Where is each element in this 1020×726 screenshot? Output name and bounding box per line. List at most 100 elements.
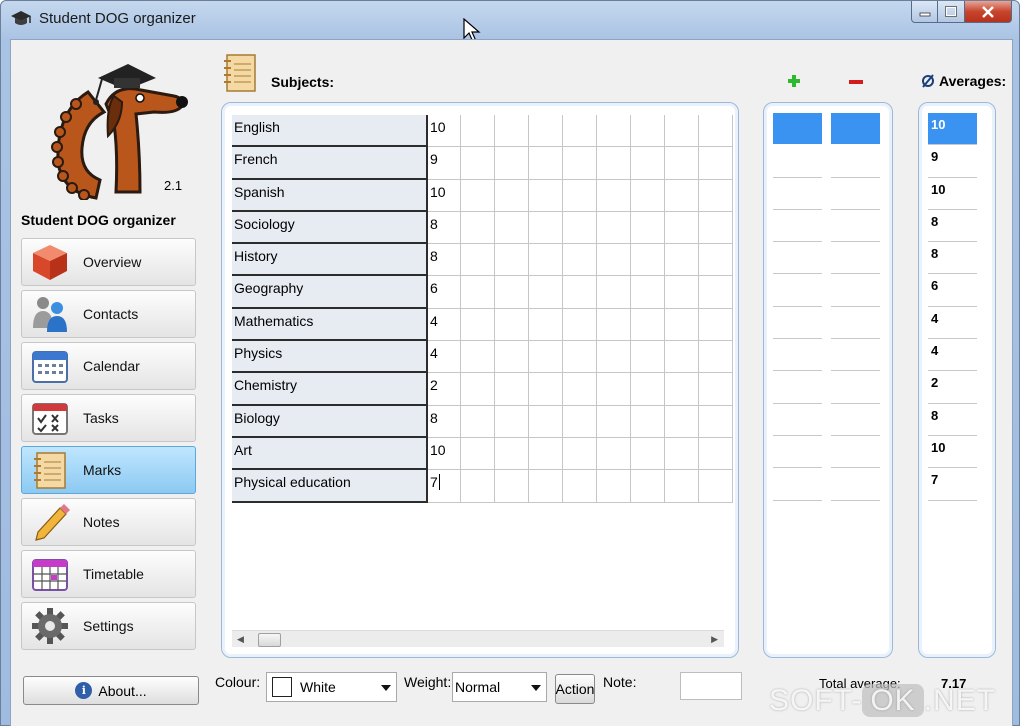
sidebar-item-settings[interactable]: Settings xyxy=(21,602,196,650)
average-cell[interactable]: 8 xyxy=(928,404,977,436)
mark-cell[interactable] xyxy=(563,341,597,374)
mark-cell[interactable] xyxy=(563,373,597,406)
scroll-right-icon[interactable]: ▶ xyxy=(711,634,718,645)
mark-cell[interactable] xyxy=(631,115,665,148)
mark-cell[interactable] xyxy=(665,437,699,471)
subject-name-cell[interactable]: Art xyxy=(232,437,428,471)
mark-cell[interactable] xyxy=(495,179,529,212)
mark-cell[interactable] xyxy=(665,244,699,277)
note-input[interactable] xyxy=(680,672,742,700)
mark-cell[interactable] xyxy=(529,470,563,503)
list-item[interactable] xyxy=(831,339,880,372)
list-item[interactable] xyxy=(831,113,880,146)
mark-cell[interactable] xyxy=(631,244,665,277)
mark-cell[interactable] xyxy=(529,244,563,277)
mark-cell[interactable] xyxy=(631,179,665,212)
average-cell[interactable]: 6 xyxy=(928,274,977,307)
subject-name-cell[interactable]: English xyxy=(232,115,428,148)
list-item[interactable] xyxy=(773,468,822,501)
mark-cell[interactable] xyxy=(665,211,699,245)
subject-name-cell[interactable]: Mathematics xyxy=(232,308,428,342)
mark-cell[interactable] xyxy=(461,211,495,245)
mark-cell[interactable] xyxy=(461,470,495,503)
sidebar-item-notes[interactable]: Notes xyxy=(21,498,196,546)
average-cell[interactable]: 8 xyxy=(928,242,977,275)
mark-cell[interactable] xyxy=(461,276,495,309)
list-item[interactable] xyxy=(773,404,822,436)
list-item[interactable] xyxy=(831,436,880,469)
mark-cell[interactable] xyxy=(529,405,563,438)
mark-cell[interactable] xyxy=(699,244,733,277)
mark-cell[interactable] xyxy=(699,470,733,503)
mark-cell[interactable] xyxy=(563,211,597,245)
mark-cell[interactable] xyxy=(495,341,529,374)
mark-cell[interactable]: 6 xyxy=(428,276,461,309)
list-item[interactable] xyxy=(773,339,822,372)
subject-name-cell[interactable]: French xyxy=(232,147,428,180)
subject-name-cell[interactable]: Biology xyxy=(232,405,428,438)
close-button[interactable] xyxy=(965,1,1012,23)
average-cell[interactable]: 2 xyxy=(928,371,977,404)
minus-icon[interactable] xyxy=(849,80,863,84)
mark-cell[interactable] xyxy=(495,147,529,180)
list-item[interactable] xyxy=(773,242,822,275)
mark-cell[interactable] xyxy=(597,308,631,342)
mark-cell[interactable] xyxy=(495,470,529,503)
mark-cell[interactable] xyxy=(461,405,495,438)
mark-cell[interactable] xyxy=(665,470,699,503)
mark-cell[interactable] xyxy=(529,437,563,471)
mark-cell[interactable] xyxy=(461,179,495,212)
mark-cell[interactable]: 2 xyxy=(428,373,461,406)
mark-cell[interactable] xyxy=(495,308,529,342)
list-item[interactable] xyxy=(831,371,880,404)
mark-cell[interactable] xyxy=(563,308,597,342)
mark-cell[interactable] xyxy=(665,115,699,148)
mark-cell[interactable] xyxy=(563,147,597,180)
mark-cell[interactable] xyxy=(529,373,563,406)
minimize-button[interactable] xyxy=(911,1,938,23)
mark-cell[interactable] xyxy=(529,147,563,180)
sidebar-item-calendar[interactable]: Calendar xyxy=(21,342,196,390)
mark-cell[interactable] xyxy=(495,211,529,245)
about-button[interactable]: i About... xyxy=(23,676,199,705)
mark-cell[interactable]: 8 xyxy=(428,405,461,438)
subject-name-cell[interactable]: History xyxy=(232,244,428,277)
list-item[interactable] xyxy=(773,436,822,469)
list-item[interactable] xyxy=(831,468,880,501)
list-item[interactable] xyxy=(773,113,822,146)
average-cell[interactable]: 10 xyxy=(928,178,977,210)
average-cell[interactable]: 4 xyxy=(928,339,977,372)
mark-cell[interactable] xyxy=(529,211,563,245)
mark-cell[interactable] xyxy=(699,211,733,245)
list-item[interactable] xyxy=(773,178,822,210)
mark-cell[interactable] xyxy=(597,470,631,503)
average-cell[interactable]: 10 xyxy=(928,113,977,146)
mark-cell[interactable] xyxy=(495,244,529,277)
sidebar-item-overview[interactable]: Overview xyxy=(21,238,196,286)
colour-select[interactable]: White xyxy=(266,672,397,702)
mark-cell[interactable]: 10 xyxy=(428,115,461,148)
mark-cell[interactable] xyxy=(597,179,631,212)
mark-cell[interactable] xyxy=(597,341,631,374)
mark-cell[interactable] xyxy=(461,341,495,374)
mark-cell[interactable] xyxy=(665,308,699,342)
mark-cell[interactable] xyxy=(699,405,733,438)
mark-cell[interactable] xyxy=(665,179,699,212)
mark-cell[interactable] xyxy=(665,341,699,374)
mark-cell[interactable] xyxy=(597,147,631,180)
mark-cell[interactable] xyxy=(461,147,495,180)
mark-cell[interactable] xyxy=(563,276,597,309)
mark-cell[interactable] xyxy=(597,244,631,277)
mark-cell[interactable] xyxy=(529,115,563,148)
mark-cell[interactable] xyxy=(699,179,733,212)
mark-cell[interactable]: 8 xyxy=(428,244,461,277)
mark-cell[interactable] xyxy=(529,276,563,309)
mark-cell[interactable]: 9 xyxy=(428,147,461,180)
mark-cell[interactable] xyxy=(461,308,495,342)
mark-cell[interactable] xyxy=(495,115,529,148)
mark-cell[interactable] xyxy=(495,373,529,406)
sidebar-item-contacts[interactable]: Contacts xyxy=(21,290,196,338)
mark-cell[interactable] xyxy=(699,276,733,309)
average-cell[interactable]: 9 xyxy=(928,145,977,178)
mark-cell[interactable] xyxy=(699,341,733,374)
